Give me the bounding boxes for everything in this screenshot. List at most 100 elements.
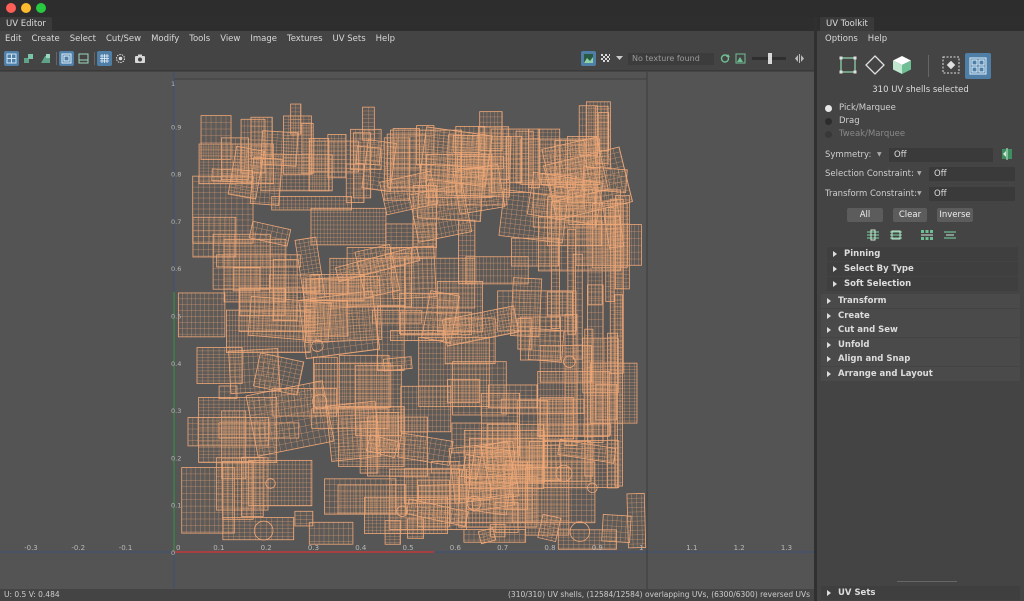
shrink-selection-icon[interactable]	[889, 229, 903, 241]
uv-shells[interactable]	[177, 101, 647, 550]
uv-shell[interactable]	[308, 521, 354, 545]
bounding-box-icon[interactable]	[838, 55, 858, 75]
expand-arrow-icon[interactable]	[827, 298, 831, 304]
radio-selected-icon[interactable]	[825, 104, 832, 112]
menu-select[interactable]: Select	[65, 34, 101, 44]
radio-icon[interactable]	[825, 130, 832, 138]
menu-textures[interactable]: Textures	[282, 34, 328, 44]
subsection-soft-selection[interactable]: Soft Selection	[827, 277, 1018, 291]
expand-arrow-icon[interactable]	[833, 281, 837, 287]
transform-constraint-dropdown-icon[interactable]: ▼	[917, 190, 922, 197]
section-transform[interactable]: Transform	[821, 294, 1020, 308]
uv-shell[interactable]	[605, 207, 615, 302]
expand-arrow-icon[interactable]	[833, 266, 837, 272]
toolkit-menu-help[interactable]: Help	[863, 34, 892, 44]
uv-shell[interactable]	[232, 267, 261, 292]
uv-canvas[interactable]: -0.3 -0.2 -0.1 0 0.1 0.2 0.3 0.4 0.5 0.6 0.7 0.8 0.9…	[0, 72, 814, 589]
exposure-slider[interactable]	[752, 53, 786, 64]
uv-editor-tab[interactable]: UV Editor	[0, 17, 52, 31]
expand-arrow-icon[interactable]	[827, 341, 831, 348]
inverse-selection-button[interactable]: Inverse	[937, 208, 973, 222]
section-cut-and-sew[interactable]: Cut and Sew	[821, 323, 1020, 338]
uv-shell[interactable]	[177, 292, 226, 338]
expand-arrow-icon[interactable]	[827, 371, 831, 377]
isolate-icon[interactable]	[113, 51, 128, 66]
image-range-icon[interactable]	[733, 51, 748, 66]
menu-modify[interactable]: Modify	[146, 34, 184, 44]
uv-toolkit-tab[interactable]: UV Toolkit	[820, 17, 874, 31]
symmetry-dropdown-icon[interactable]: ▼	[877, 151, 882, 158]
close-window-button[interactable]	[6, 3, 16, 13]
uv-face-icon[interactable]	[38, 51, 53, 66]
menu-cut-sew[interactable]: Cut/Sew	[101, 34, 146, 44]
cube-icon[interactable]	[892, 55, 912, 75]
symmetry-dropdown[interactable]: Off	[889, 148, 993, 162]
texture-menu-icon[interactable]	[614, 51, 624, 66]
mode-tweak-marquee[interactable]: Tweak/Marquee	[825, 129, 905, 139]
select-all-button[interactable]: All	[847, 208, 883, 222]
mode-pick-marquee[interactable]: Pick/Marquee	[825, 103, 896, 113]
radio-icon[interactable]	[825, 117, 832, 125]
uv-shell[interactable]	[550, 201, 560, 329]
subsection-pinning[interactable]: Pinning	[827, 247, 1018, 261]
grid-display-icon[interactable]	[97, 51, 112, 66]
grow-selection-icon[interactable]	[866, 229, 880, 241]
uv-shell[interactable]	[614, 294, 623, 487]
menu-edit[interactable]: Edit	[0, 34, 26, 44]
checker-icon[interactable]	[598, 51, 613, 66]
menu-tools[interactable]: Tools	[184, 34, 215, 44]
uv-component-icon[interactable]	[21, 51, 36, 66]
snapshot-icon[interactable]	[132, 51, 147, 66]
uv-diamond-icon[interactable]	[865, 55, 885, 75]
toolkit-menu-options[interactable]: Options	[820, 34, 863, 44]
uv-shell[interactable]	[310, 207, 387, 246]
shell-select-icon[interactable]	[941, 55, 961, 75]
menu-image[interactable]: Image	[245, 34, 282, 44]
uv-shell[interactable]	[584, 328, 594, 477]
shell-grid-icon[interactable]	[965, 53, 991, 79]
zoom-window-button[interactable]	[36, 3, 46, 13]
symmetry-axis-icon[interactable]	[1001, 148, 1013, 160]
transform-constraint-dropdown[interactable]: Off	[929, 187, 1015, 201]
mode-drag[interactable]: Drag	[825, 116, 860, 126]
adjust-arrows-icon[interactable]	[792, 51, 807, 66]
expand-arrow-icon[interactable]	[827, 590, 831, 596]
minimize-window-button[interactable]	[21, 3, 31, 13]
section-uv-sets[interactable]: UV Sets	[821, 586, 1020, 600]
exposure-slider-handle[interactable]	[768, 53, 772, 64]
uv-shell[interactable]	[511, 461, 596, 524]
selection-constraint-dropdown-icon[interactable]: ▼	[917, 170, 922, 177]
section-align-and-snap[interactable]: Align and Snap	[821, 352, 1020, 367]
uv-shell[interactable]	[324, 478, 397, 515]
expand-arrow-icon[interactable]	[833, 251, 837, 257]
expand-arrow-icon[interactable]	[827, 356, 831, 363]
section-unfold[interactable]: Unfold	[821, 337, 1020, 352]
uv-shell[interactable]	[215, 457, 269, 511]
menu-help[interactable]: Help	[371, 34, 400, 44]
section-arrange-and-layout[interactable]: Arrange and Layout	[821, 367, 1020, 381]
texture-name-field[interactable]: No texture found	[628, 53, 714, 65]
menu-uv-sets[interactable]: UV Sets	[328, 34, 371, 44]
uv-shell[interactable]	[532, 181, 597, 228]
expand-arrow-icon[interactable]	[827, 327, 831, 334]
uv-shell[interactable]	[587, 220, 603, 305]
pixel-snap-icon[interactable]	[76, 51, 91, 66]
uv-shell[interactable]	[312, 356, 338, 414]
uv-shell[interactable]	[290, 103, 302, 135]
menu-view[interactable]: View	[215, 34, 245, 44]
clear-selection-button[interactable]: Clear	[893, 208, 927, 222]
grow-loop-icon[interactable]	[920, 229, 934, 241]
shrink-loop-icon[interactable]	[943, 229, 957, 241]
uv-viewport[interactable]: -0.3 -0.2 -0.1 0 0.1 0.2 0.3 0.4 0.5 0.6 0.7 0.8 0.9…	[0, 72, 814, 589]
uv-shell[interactable]	[520, 138, 601, 185]
menu-create[interactable]: Create	[26, 34, 64, 44]
subsection-select-by-type[interactable]: Select By Type	[827, 262, 1018, 276]
refresh-icon[interactable]	[717, 51, 732, 66]
uv-shell[interactable]	[572, 253, 583, 360]
selection-constraint-dropdown[interactable]: Off	[929, 167, 1015, 181]
expand-arrow-icon[interactable]	[827, 312, 831, 319]
uv-shell-icon[interactable]	[4, 51, 19, 66]
grid-toggle-icon[interactable]	[59, 51, 74, 66]
image-display-icon[interactable]	[581, 51, 596, 66]
section-create[interactable]: Create	[821, 308, 1020, 323]
